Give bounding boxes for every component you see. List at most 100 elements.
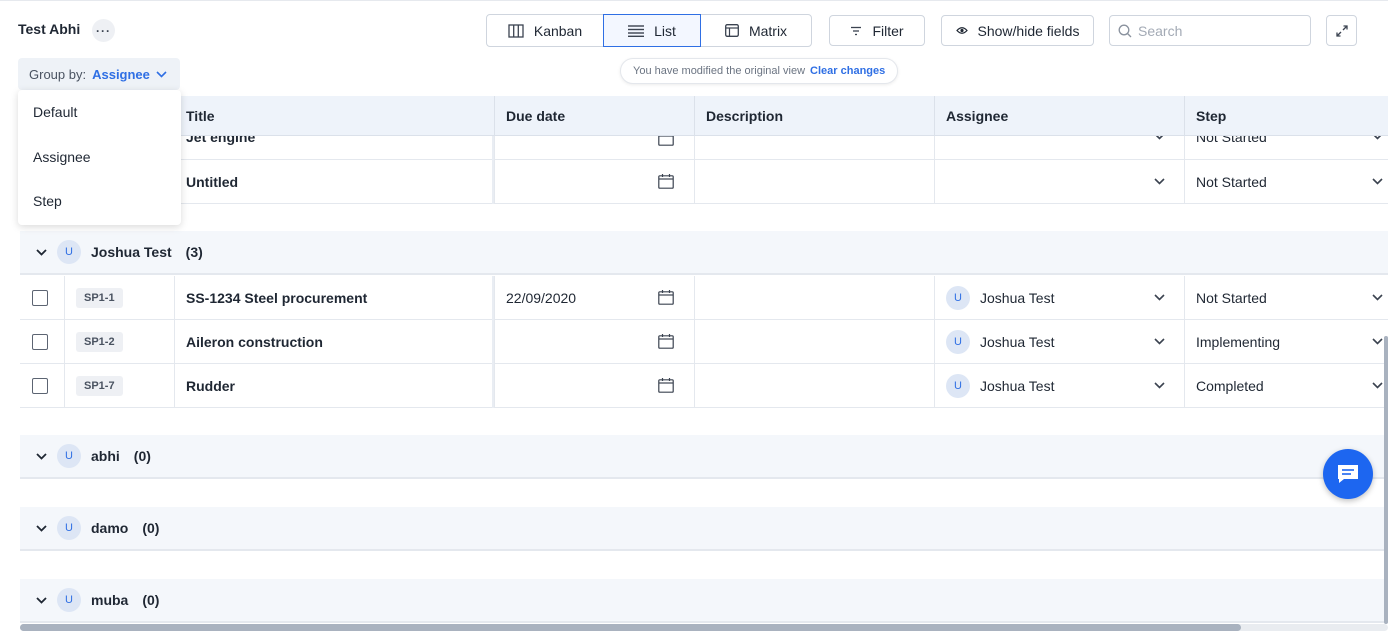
chevron-down-icon[interactable] [36, 596, 47, 604]
dropdown-item-default[interactable]: Default [18, 90, 181, 135]
search-input[interactable] [1138, 22, 1298, 39]
table-row[interactable]: SP1-1 SS-1234 Steel procurement 22/09/20… [20, 276, 1388, 320]
horizontal-scroll-thumb[interactable] [20, 624, 1241, 631]
kanban-view-button[interactable]: Kanban [486, 14, 604, 47]
row-checkbox[interactable] [32, 290, 48, 306]
group-header-joshua-test[interactable]: U Joshua Test (3) [20, 231, 1388, 275]
chevron-down-icon [1154, 294, 1165, 301]
calendar-icon [658, 174, 674, 189]
more-label: ··· [96, 23, 111, 38]
row-checkbox[interactable] [32, 378, 48, 394]
more-options-button[interactable]: ··· [92, 19, 115, 42]
row-id-tag: SP1-2 [76, 332, 123, 352]
row-checkbox-cell [20, 320, 64, 364]
column-header-assignee[interactable]: Assignee [934, 96, 1184, 136]
group-by-dropdown: Default Assignee Step [18, 90, 181, 225]
group-header-abhi[interactable]: U abhi (0) [20, 435, 1388, 479]
calendar-icon [658, 378, 674, 393]
row-assignee[interactable]: U Joshua Test [934, 320, 1184, 364]
list-view-button[interactable]: List [603, 14, 701, 47]
row-description[interactable] [694, 160, 934, 204]
row-step[interactable]: Not Started [1184, 276, 1388, 320]
row-id-cell: SP1-1 [64, 276, 174, 320]
kanban-icon [508, 23, 524, 38]
avatar: U [57, 588, 81, 612]
row-assignee[interactable]: U Joshua Test [934, 364, 1184, 408]
row-checkbox[interactable] [32, 334, 48, 350]
clear-changes-link[interactable]: Clear changes [810, 65, 885, 77]
modified-view-notice: You have modified the original view Clea… [620, 58, 899, 84]
step-value: Implementing [1196, 334, 1281, 350]
group-count: (3) [185, 244, 203, 260]
chevron-down-icon[interactable] [36, 524, 47, 532]
expand-button[interactable] [1326, 15, 1357, 46]
group-by-value: Assignee [92, 66, 150, 82]
group-count: (0) [133, 448, 151, 464]
avatar: U [946, 374, 970, 398]
chevron-down-icon [1154, 338, 1165, 345]
avatar: U [57, 444, 81, 468]
row-title[interactable]: SS-1234 Steel procurement [174, 276, 494, 320]
avatar: U [57, 240, 81, 264]
row-due-date[interactable] [494, 320, 694, 364]
column-header-description[interactable]: Description [694, 96, 934, 136]
chevron-down-icon [1372, 382, 1383, 389]
column-header-title[interactable]: Title [174, 96, 494, 136]
group-name: Joshua Test [91, 244, 172, 260]
chevron-down-icon[interactable] [36, 452, 47, 460]
avatar: U [57, 516, 81, 540]
filter-button[interactable]: Filter [829, 15, 925, 46]
list-label: List [654, 22, 676, 39]
chevron-down-icon [1372, 338, 1383, 345]
vertical-scroll-thumb[interactable] [1384, 336, 1388, 624]
row-id-tag: SP1-1 [76, 288, 123, 308]
horizontal-scrollbar[interactable] [20, 624, 1388, 631]
group-count: (0) [142, 520, 160, 536]
view-switcher: Kanban List Matrix [486, 14, 812, 47]
column-header-step[interactable]: Step [1184, 96, 1388, 136]
row-id-tag: SP1-7 [76, 376, 123, 396]
assignee-name: Joshua Test [980, 378, 1055, 394]
dropdown-item-assignee[interactable]: Assignee [18, 135, 181, 180]
row-id-cell: SP1-2 [64, 320, 174, 364]
row-due-date[interactable] [494, 160, 694, 204]
matrix-view-button[interactable]: Matrix [700, 14, 812, 47]
row-step[interactable]: Completed [1184, 364, 1388, 408]
group-header-muba[interactable]: U muba (0) [20, 579, 1388, 623]
avatar: U [946, 330, 970, 354]
chevron-down-icon[interactable] [36, 248, 47, 256]
group-name: abhi [91, 448, 120, 464]
column-header-due-date[interactable]: Due date [494, 96, 694, 136]
row-description[interactable] [694, 276, 934, 320]
row-title[interactable]: Rudder [174, 364, 494, 408]
group-name: damo [91, 520, 129, 536]
search-icon [1118, 24, 1132, 37]
row-description[interactable] [694, 320, 934, 364]
group-by-label: Group by: [29, 66, 87, 82]
chat-button[interactable] [1323, 449, 1373, 499]
row-due-date[interactable] [494, 364, 694, 408]
chat-icon [1338, 465, 1358, 483]
group-by-select[interactable]: Group by: Assignee [18, 58, 180, 90]
row-title[interactable]: Aileron construction [174, 320, 494, 364]
row-step[interactable]: Implementing [1184, 320, 1388, 364]
table-row[interactable]: Untitled Not Started [20, 160, 1388, 204]
row-assignee[interactable]: U Joshua Test [934, 276, 1184, 320]
dropdown-item-step[interactable]: Step [18, 179, 181, 224]
view-title: Test Abhi [18, 21, 81, 37]
table-row[interactable]: SP1-2 Aileron construction U Joshua Test … [20, 320, 1388, 364]
row-assignee[interactable] [934, 160, 1184, 204]
show-hide-fields-button[interactable]: Show/hide fields [941, 15, 1094, 46]
row-title[interactable]: Untitled [174, 160, 494, 204]
filter-label: Filter [872, 22, 904, 39]
matrix-label: Matrix [748, 22, 788, 39]
row-description[interactable] [694, 364, 934, 408]
group-count: (0) [142, 592, 160, 608]
eye-icon [955, 27, 968, 34]
vertical-scrollbar[interactable] [1384, 96, 1388, 624]
table-row[interactable]: SP1-7 Rudder U Joshua Test Completed [20, 364, 1388, 408]
row-due-date[interactable]: 22/09/2020 [494, 276, 694, 320]
calendar-icon [658, 290, 674, 305]
group-header-damo[interactable]: U damo (0) [20, 507, 1388, 551]
row-step[interactable]: Not Started [1184, 160, 1388, 204]
